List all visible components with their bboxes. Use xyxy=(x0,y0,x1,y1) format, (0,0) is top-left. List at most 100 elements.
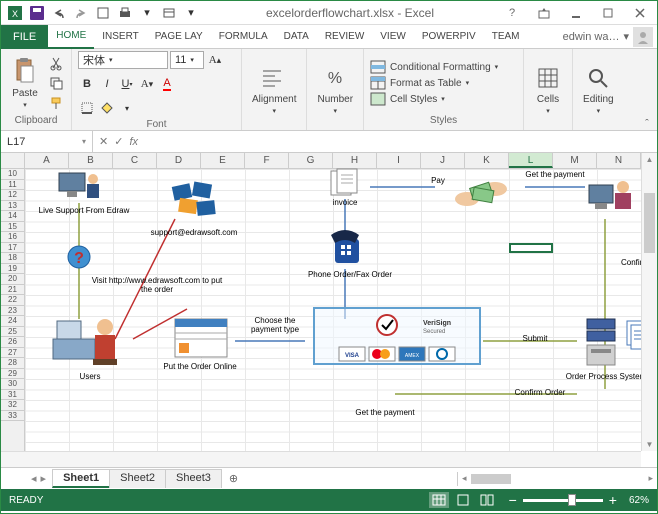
tab-team[interactable]: Team xyxy=(484,25,528,49)
row-header[interactable]: 30 xyxy=(1,379,24,390)
row-header[interactable]: 21 xyxy=(1,285,24,296)
print-icon[interactable] xyxy=(115,3,135,23)
font-size-select[interactable]: 11▾ xyxy=(170,51,204,69)
bold-icon[interactable]: B xyxy=(78,75,96,93)
shape-operator[interactable] xyxy=(585,175,633,217)
col-header[interactable]: F xyxy=(245,153,289,168)
minimize-icon[interactable] xyxy=(563,3,589,23)
row-headers[interactable]: 1011121314151617181920212223242526272829… xyxy=(1,169,25,451)
italic-icon[interactable]: I xyxy=(98,75,116,93)
zoom-level[interactable]: 62% xyxy=(629,495,649,506)
row-header[interactable]: 15 xyxy=(1,222,24,233)
col-header[interactable]: D xyxy=(157,153,201,168)
add-sheet-button[interactable]: ⊕ xyxy=(221,470,246,487)
qat-dropdown-icon[interactable]: ▾ xyxy=(181,3,201,23)
alignment-button[interactable]: Alignment▾ xyxy=(248,62,300,117)
row-header[interactable]: 32 xyxy=(1,400,24,411)
row-header[interactable]: 14 xyxy=(1,211,24,222)
row-header[interactable]: 12 xyxy=(1,190,24,201)
sheet-nav[interactable]: ◂▸ xyxy=(25,472,52,485)
col-header[interactable]: N xyxy=(597,153,641,168)
conditional-formatting-button[interactable]: Conditional Formatting▾ xyxy=(370,60,498,74)
shape-invoice[interactable] xyxy=(327,169,361,197)
row-header[interactable]: 19 xyxy=(1,264,24,275)
tab-review[interactable]: REVIEW xyxy=(317,25,372,49)
cancel-formula-icon[interactable]: ✕ xyxy=(99,135,108,148)
hscroll-left-icon[interactable]: ◂ xyxy=(462,473,467,484)
row-header[interactable]: 27 xyxy=(1,348,24,359)
tab-pagelay[interactable]: PAGE LAY xyxy=(147,25,211,49)
normal-view-icon[interactable] xyxy=(429,492,449,508)
col-header[interactable]: M xyxy=(553,153,597,168)
shape-computer-user[interactable] xyxy=(53,169,103,205)
formula-bar[interactable]: ✕ ✓ fx xyxy=(93,135,144,148)
ribbon-options-icon[interactable] xyxy=(531,3,557,23)
shape-payment-box[interactable]: VeriSignSecured VISA AMEX xyxy=(313,307,481,365)
cut-icon[interactable] xyxy=(47,54,65,72)
user-area[interactable]: edwin wa…▾ xyxy=(563,27,657,47)
fx-icon[interactable]: fx xyxy=(129,136,138,148)
col-header[interactable]: G xyxy=(289,153,333,168)
row-header[interactable]: 11 xyxy=(1,180,24,191)
number-button[interactable]: % Number▾ xyxy=(313,62,357,117)
col-header[interactable]: C xyxy=(113,153,157,168)
qat-btn[interactable] xyxy=(159,3,179,23)
qat-btn[interactable] xyxy=(93,3,113,23)
shape-puzzle[interactable] xyxy=(165,181,221,223)
row-header[interactable]: 20 xyxy=(1,274,24,285)
undo-icon[interactable] xyxy=(49,3,69,23)
tab-formula[interactable]: FORMULA xyxy=(211,25,276,49)
shape-question[interactable]: ? xyxy=(67,245,91,269)
qat-btn[interactable]: ▾ xyxy=(137,3,157,23)
col-header[interactable]: I xyxy=(377,153,421,168)
row-header[interactable]: 25 xyxy=(1,327,24,338)
row-header[interactable]: 16 xyxy=(1,232,24,243)
row-header[interactable]: 31 xyxy=(1,390,24,401)
col-header[interactable]: K xyxy=(465,153,509,168)
increase-font-icon[interactable]: A▴ xyxy=(206,51,224,69)
tab-view[interactable]: VIEW xyxy=(372,25,414,49)
decrease-font-icon[interactable]: A▾ xyxy=(138,75,156,93)
row-header[interactable]: 17 xyxy=(1,243,24,254)
col-header[interactable]: L xyxy=(509,153,553,168)
zoom-in-button[interactable]: + xyxy=(609,492,617,508)
selected-cell[interactable] xyxy=(509,243,553,254)
column-headers[interactable]: ABCDEFGHIJKLMN xyxy=(25,153,641,169)
cells-button[interactable]: Cells▾ xyxy=(530,62,566,117)
select-all-corner[interactable] xyxy=(1,153,25,169)
close-icon[interactable] xyxy=(627,3,653,23)
zoom-out-button[interactable]: − xyxy=(509,492,517,508)
maximize-icon[interactable] xyxy=(595,3,621,23)
tab-insert[interactable]: INSERT xyxy=(94,25,147,49)
tab-home[interactable]: HOME xyxy=(48,25,94,49)
tab-powerpiv[interactable]: POWERPIV xyxy=(414,25,484,49)
avatar-icon[interactable] xyxy=(633,27,653,47)
col-header[interactable]: J xyxy=(421,153,465,168)
col-header[interactable]: H xyxy=(333,153,377,168)
row-header[interactable]: 13 xyxy=(1,201,24,212)
name-box[interactable]: L17▾ xyxy=(1,131,93,152)
help-icon[interactable]: ? xyxy=(499,3,525,23)
page-layout-view-icon[interactable] xyxy=(453,492,473,508)
file-tab[interactable]: FILE xyxy=(1,25,48,49)
enter-formula-icon[interactable]: ✓ xyxy=(114,135,123,148)
col-header[interactable]: B xyxy=(69,153,113,168)
fill-color-icon[interactable] xyxy=(98,99,116,117)
copy-icon[interactable] xyxy=(47,74,65,92)
row-header[interactable]: 26 xyxy=(1,337,24,348)
row-header[interactable]: 18 xyxy=(1,253,24,264)
col-header[interactable]: A xyxy=(25,153,69,168)
underline-icon[interactable]: U▾ xyxy=(118,75,136,93)
zoom-slider[interactable] xyxy=(523,499,603,502)
row-header[interactable]: 33 xyxy=(1,411,24,422)
shape-server[interactable] xyxy=(581,317,621,369)
format-painter-icon[interactable] xyxy=(47,94,65,112)
font-color-icon[interactable]: A xyxy=(158,75,176,93)
row-header[interactable]: 24 xyxy=(1,316,24,327)
collapse-ribbon-icon[interactable]: ˆ xyxy=(637,118,657,130)
tab-data[interactable]: DATA xyxy=(276,25,317,49)
row-header[interactable]: 22 xyxy=(1,295,24,306)
shape-phone[interactable] xyxy=(325,229,365,269)
row-header[interactable]: 10 xyxy=(1,169,24,180)
paste-button[interactable]: Paste▾ xyxy=(7,56,43,111)
